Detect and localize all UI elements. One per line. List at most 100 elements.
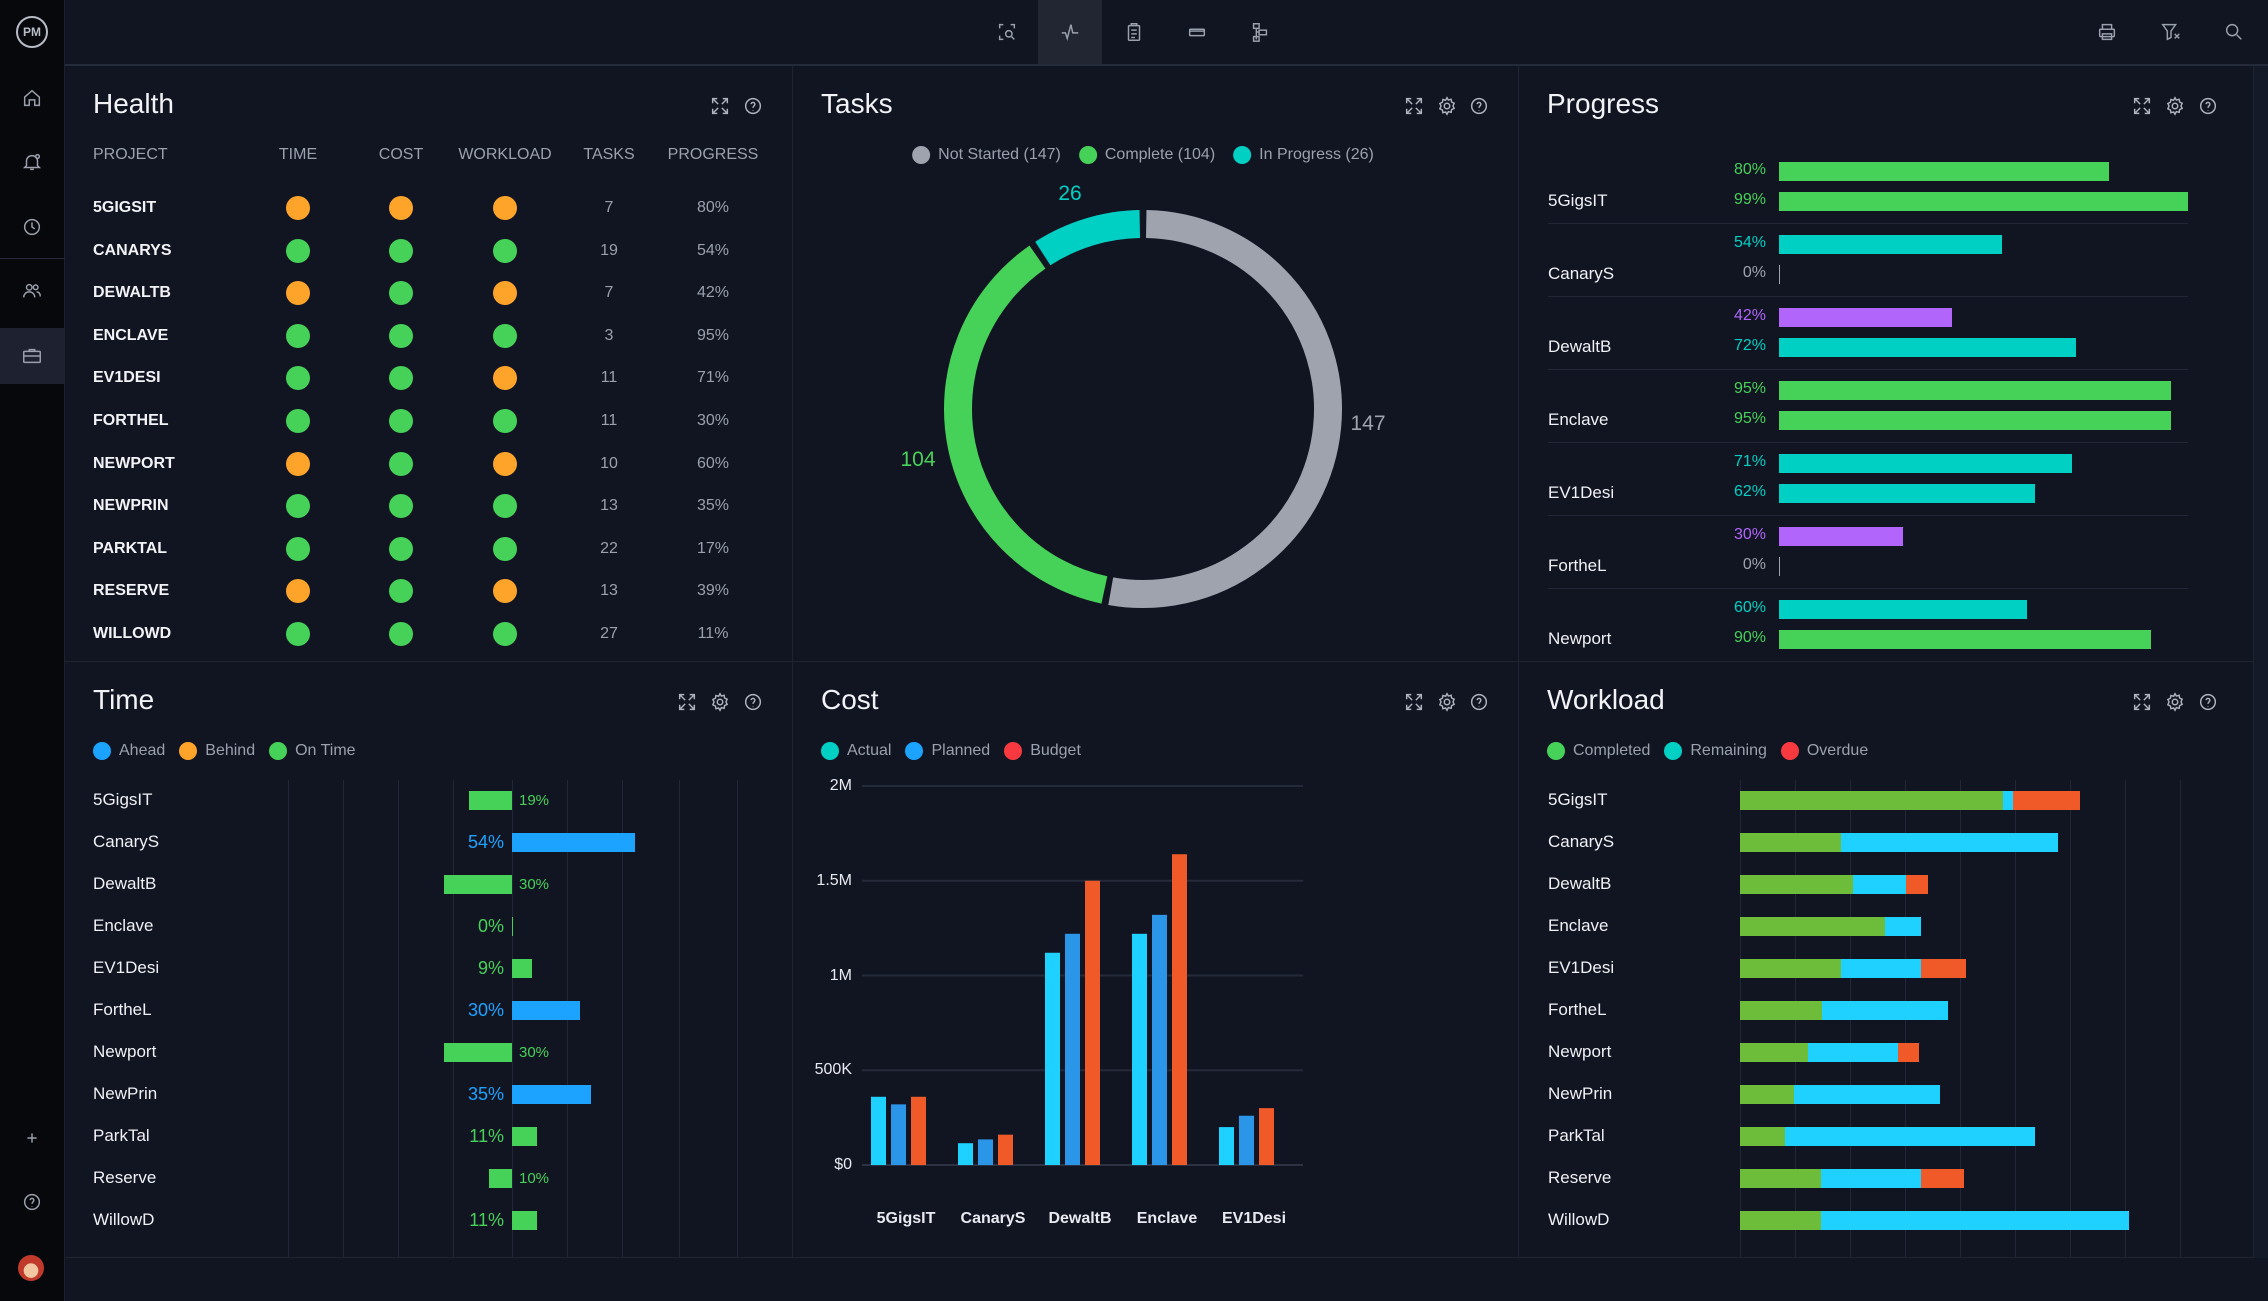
- cost-bar-actual[interactable]: [1132, 933, 1147, 1165]
- expand-icon[interactable]: [707, 93, 733, 119]
- workload-bar-completed[interactable]: [1740, 1211, 1821, 1230]
- cost-bar-planned[interactable]: [1065, 933, 1080, 1165]
- workload-bar-completed[interactable]: [1740, 1127, 1785, 1146]
- hierarchy-icon[interactable]: [1244, 16, 1276, 48]
- gear-icon[interactable]: [2162, 689, 2188, 715]
- help-icon[interactable]: [2195, 93, 2221, 119]
- time-bar[interactable]: [512, 833, 635, 852]
- workload-bar-completed[interactable]: [1740, 875, 1853, 894]
- cost-bar-actual[interactable]: [871, 1096, 886, 1165]
- progress-bar: [1779, 192, 2188, 211]
- zoom-fit-icon[interactable]: [991, 16, 1023, 48]
- legend-label[interactable]: On Time: [295, 742, 355, 760]
- workload-bar-completed[interactable]: [1740, 959, 1842, 978]
- workload-bar-remaining[interactable]: [1784, 1127, 2035, 1146]
- help-icon[interactable]: [740, 93, 766, 119]
- legend-label[interactable]: Behind: [205, 742, 255, 760]
- legend-label[interactable]: Remaining: [1690, 742, 1766, 760]
- legend-label[interactable]: Completed: [1573, 742, 1650, 760]
- time-bar[interactable]: [512, 1085, 592, 1104]
- workload-bar-overdue[interactable]: [1920, 1169, 1965, 1188]
- workload-bar-completed[interactable]: [1740, 917, 1885, 936]
- time-bar[interactable]: [443, 1043, 512, 1062]
- time-bar[interactable]: [512, 917, 513, 936]
- cost-bar-planned[interactable]: [1152, 914, 1167, 1165]
- workload-bar-completed[interactable]: [1740, 1085, 1794, 1104]
- time-bar[interactable]: [512, 1001, 581, 1020]
- donut-slice-not-started[interactable]: [1108, 210, 1342, 608]
- help-icon[interactable]: [2195, 689, 2221, 715]
- workload-bar-overdue[interactable]: [2013, 791, 2080, 810]
- donut-slice-in-progress[interactable]: [1035, 210, 1141, 266]
- workload-bar-remaining[interactable]: [1841, 959, 1921, 978]
- bell-icon[interactable]: [16, 146, 48, 178]
- workload-bar-overdue[interactable]: [1897, 1043, 1920, 1062]
- workload-bar-overdue[interactable]: [1920, 959, 1966, 978]
- cost-bar-planned[interactable]: [1239, 1115, 1254, 1165]
- progress-row[interactable]: Newport 60% 90%: [1519, 594, 2253, 661]
- cost-bar-budget[interactable]: [911, 1096, 926, 1165]
- cost-bar-budget[interactable]: [998, 1134, 1013, 1165]
- briefcase-icon[interactable]: [16, 340, 48, 372]
- time-bar[interactable]: [512, 1127, 537, 1146]
- scrollbar[interactable]: [2254, 66, 2268, 1258]
- cost-bar-budget[interactable]: [1172, 854, 1187, 1165]
- help-icon[interactable]: [740, 689, 766, 715]
- workload-bar-remaining[interactable]: [1884, 917, 1921, 936]
- time-bar[interactable]: [468, 791, 512, 810]
- time-bar[interactable]: [512, 959, 533, 978]
- workload-bar-overdue[interactable]: [1906, 875, 1928, 894]
- time-bar[interactable]: [443, 875, 512, 894]
- users-icon[interactable]: [16, 275, 48, 307]
- grid-line: [288, 780, 289, 1257]
- workload-bar-completed[interactable]: [1740, 1001, 1823, 1020]
- time-bar[interactable]: [489, 1169, 512, 1188]
- app-logo[interactable]: PM: [16, 16, 48, 48]
- progress-row[interactable]: Enclave 95% 95%: [1519, 375, 2253, 448]
- legend-label[interactable]: Overdue: [1807, 742, 1868, 760]
- minus-box-icon[interactable]: [1181, 16, 1213, 48]
- progress-row[interactable]: FortheL 30% 0%: [1519, 521, 2253, 594]
- donut-slice-complete[interactable]: [944, 245, 1108, 604]
- workload-bar-remaining[interactable]: [1793, 1085, 1940, 1104]
- workload-bar-completed[interactable]: [1740, 791, 2004, 810]
- help-icon[interactable]: [16, 1186, 48, 1218]
- cost-bar-planned[interactable]: [891, 1104, 906, 1165]
- cost-bar-budget[interactable]: [1259, 1108, 1274, 1165]
- print-icon[interactable]: [2091, 16, 2123, 48]
- cost-bar-actual[interactable]: [958, 1143, 973, 1165]
- clock-icon[interactable]: [16, 211, 48, 243]
- workload-bar-completed[interactable]: [1740, 833, 1842, 852]
- expand-icon[interactable]: [2129, 93, 2155, 119]
- progress-row[interactable]: EV1Desi 71% 62%: [1519, 448, 2253, 521]
- workload-bar-remaining[interactable]: [1820, 1211, 2129, 1230]
- clipboard-icon[interactable]: [1118, 16, 1150, 48]
- filter-clear-icon[interactable]: [2155, 16, 2187, 48]
- time-bar[interactable]: [512, 1211, 537, 1230]
- dashboard-pulse-icon[interactable]: [1054, 16, 1086, 48]
- workload-bar-remaining[interactable]: [1807, 1043, 1898, 1062]
- cost-bar-planned[interactable]: [978, 1139, 993, 1165]
- cost-bar-actual[interactable]: [1219, 1127, 1234, 1165]
- progress-row[interactable]: 5GigsIT 80% 99%: [1519, 156, 2253, 229]
- workload-bar-completed[interactable]: [1740, 1043, 1808, 1062]
- workload-bar-remaining[interactable]: [1822, 1001, 1949, 1020]
- workload-bar-completed[interactable]: [1740, 1169, 1821, 1188]
- plus-icon[interactable]: [16, 1122, 48, 1154]
- workload-bar-remaining[interactable]: [1852, 875, 1907, 894]
- workload-bar-remaining[interactable]: [1820, 1169, 1921, 1188]
- workload-bar-remaining[interactable]: [1841, 833, 2059, 852]
- workload-bar-remaining[interactable]: [2003, 791, 2014, 810]
- gear-icon[interactable]: [707, 689, 733, 715]
- gear-icon[interactable]: [2162, 93, 2188, 119]
- legend-label[interactable]: Ahead: [119, 742, 165, 760]
- progress-row[interactable]: CanaryS 54% 0%: [1519, 229, 2253, 302]
- progress-row[interactable]: DewaltB 42% 72%: [1519, 302, 2253, 375]
- avatar[interactable]: [18, 1255, 44, 1281]
- cost-bar-budget[interactable]: [1085, 880, 1100, 1165]
- expand-icon[interactable]: [674, 689, 700, 715]
- home-icon[interactable]: [16, 82, 48, 114]
- search-icon[interactable]: [2218, 16, 2250, 48]
- expand-icon[interactable]: [2129, 689, 2155, 715]
- cost-bar-actual[interactable]: [1045, 952, 1060, 1165]
